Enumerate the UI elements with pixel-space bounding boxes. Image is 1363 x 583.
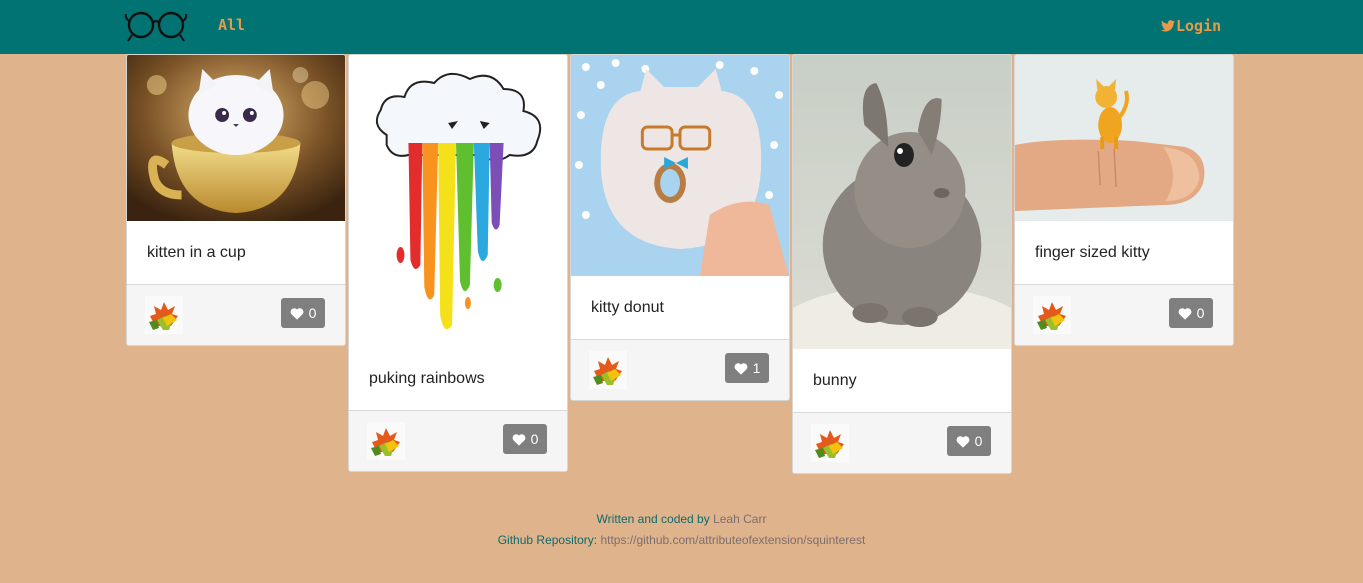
pin-card[interactable]: puking rainbows 0 xyxy=(348,54,568,472)
pin-title: kitten in a cup xyxy=(127,221,345,285)
pin-card[interactable]: finger sized kitty 0 xyxy=(1014,54,1234,346)
leaf-avatar-icon[interactable] xyxy=(145,296,183,334)
pin-title: bunny xyxy=(793,349,1011,413)
heart-icon xyxy=(290,307,304,320)
author-link[interactable]: Leah Carr xyxy=(713,512,766,526)
repo-prefix: Github Repository: xyxy=(497,533,598,547)
like-count: 0 xyxy=(1196,305,1205,321)
pin-image-tiny-kitty-on-finger[interactable] xyxy=(1015,55,1233,221)
like-button[interactable]: 0 xyxy=(281,298,325,328)
pin-title: kitty donut xyxy=(571,276,789,340)
repo-line: Github Repository: https://github.com/at… xyxy=(0,533,1363,547)
pin-image-cat-donut[interactable] xyxy=(571,55,789,276)
leaf-avatar-icon[interactable] xyxy=(811,424,849,462)
pin-title: puking rainbows xyxy=(349,347,567,411)
like-button[interactable]: 0 xyxy=(947,426,991,456)
pin-card[interactable]: bunny 0 xyxy=(792,54,1012,474)
nav-all-link[interactable]: All xyxy=(218,16,245,34)
like-button[interactable]: 0 xyxy=(503,424,547,454)
pin-footer: 1 xyxy=(571,340,789,400)
pin-footer: 0 xyxy=(349,411,567,471)
navbar: All Login xyxy=(0,0,1363,54)
leaf-avatar-icon[interactable] xyxy=(367,422,405,460)
pin-image-kitten-in-cup[interactable] xyxy=(127,55,345,221)
like-count: 0 xyxy=(530,431,539,447)
leaf-avatar-icon[interactable] xyxy=(1033,296,1071,334)
glasses-logo-icon[interactable] xyxy=(124,9,188,43)
pin-image-rainbow-cloud[interactable] xyxy=(349,55,567,347)
login-label: Login xyxy=(1176,17,1222,35)
credits-line: Written and coded by Leah Carr xyxy=(0,512,1363,526)
repo-link[interactable]: https://github.com/attributeofextension/… xyxy=(600,533,865,547)
pin-title: finger sized kitty xyxy=(1015,221,1233,285)
pin-card[interactable]: kitten in a cup 0 xyxy=(126,54,346,346)
like-count: 0 xyxy=(308,305,317,321)
like-button[interactable]: 1 xyxy=(725,353,769,383)
pin-image-bunny-photo[interactable] xyxy=(793,55,1011,349)
heart-icon xyxy=(512,433,526,446)
like-button[interactable]: 0 xyxy=(1169,298,1213,328)
heart-icon xyxy=(956,435,970,448)
like-count: 1 xyxy=(752,360,761,376)
credits-prefix: Written and coded by xyxy=(596,512,710,526)
heart-icon xyxy=(1178,307,1192,320)
login-button[interactable]: Login xyxy=(1161,17,1221,35)
heart-icon xyxy=(734,362,748,375)
pin-footer: 0 xyxy=(793,413,1011,473)
pin-footer: 0 xyxy=(127,285,345,345)
like-count: 0 xyxy=(974,433,983,449)
pin-card[interactable]: kitty donut 1 xyxy=(570,54,790,401)
pin-footer: 0 xyxy=(1015,285,1233,345)
twitter-icon xyxy=(1161,20,1175,32)
leaf-avatar-icon[interactable] xyxy=(589,351,627,389)
